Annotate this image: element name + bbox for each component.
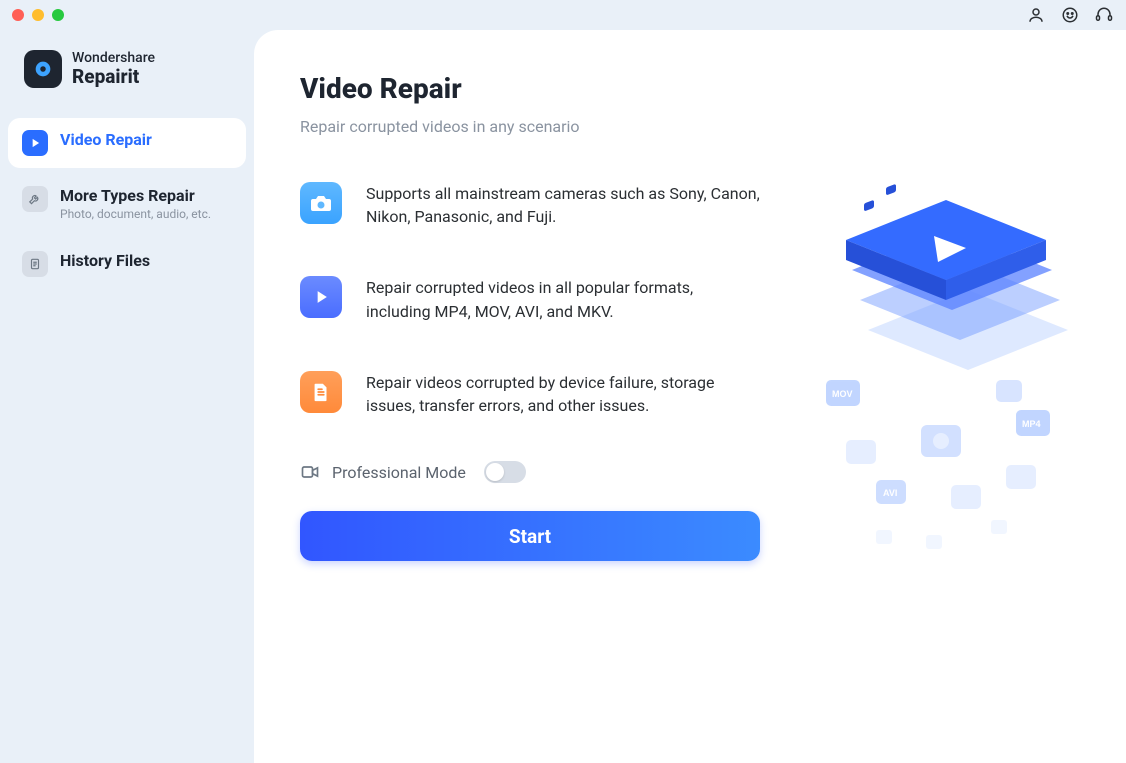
sidebar-item-label: History Files (60, 251, 150, 270)
video-illustration: MOV MP4 AVI (806, 180, 1096, 560)
sidebar-item-sublabel: Photo, document, audio, etc. (60, 207, 211, 221)
brand-line2: Repairit (72, 66, 155, 87)
feature-text: Repair corrupted videos in all popular f… (366, 276, 760, 322)
feature-list: Supports all mainstream cameras such as … (300, 182, 760, 417)
start-button[interactable]: Start (300, 511, 760, 561)
svg-text:AVI: AVI (883, 488, 897, 498)
window-minimize-button[interactable] (32, 9, 44, 21)
feedback-icon[interactable] (1060, 5, 1080, 25)
page-subtitle: Repair corrupted videos in any scenario (300, 117, 1080, 136)
svg-text:MP4: MP4 (1022, 419, 1041, 429)
start-button-label: Start (509, 525, 551, 548)
sidebar-item-history-files[interactable]: History Files (8, 239, 246, 289)
play-icon (300, 276, 342, 318)
wrench-icon (22, 186, 48, 212)
sidebar: Wondershare Repairit Video Repair More T… (0, 30, 254, 763)
brand: Wondershare Repairit (8, 50, 246, 112)
page-title: Video Repair (300, 72, 1080, 105)
svg-text:MOV: MOV (832, 389, 853, 399)
feature-text: Supports all mainstream cameras such as … (366, 182, 760, 228)
support-icon[interactable] (1094, 5, 1114, 25)
user-icon[interactable] (1026, 5, 1046, 25)
feature-item: Supports all mainstream cameras such as … (300, 182, 760, 228)
titlebar (0, 0, 1126, 30)
professional-mode-toggle[interactable] (484, 461, 526, 483)
window-controls (12, 9, 64, 21)
window-maximize-button[interactable] (52, 9, 64, 21)
professional-mode-row: Professional Mode (300, 461, 1080, 483)
video-play-icon (22, 130, 48, 156)
corrupted-file-icon (300, 371, 342, 413)
sidebar-item-label: More Types Repair (60, 186, 211, 205)
main-content: Video Repair Repair corrupted videos in … (254, 30, 1126, 763)
video-icon (300, 462, 320, 482)
camera-icon (300, 182, 342, 224)
sidebar-item-label: Video Repair (60, 130, 152, 149)
window-close-button[interactable] (12, 9, 24, 21)
sidebar-item-more-types-repair[interactable]: More Types Repair Photo, document, audio… (8, 174, 246, 233)
feature-item: Repair videos corrupted by device failur… (300, 371, 760, 417)
brand-line1: Wondershare (72, 51, 155, 67)
professional-mode-label: Professional Mode (332, 463, 466, 482)
brand-logo-icon (24, 50, 62, 88)
document-icon (22, 251, 48, 277)
feature-item: Repair corrupted videos in all popular f… (300, 276, 760, 322)
toggle-knob (486, 463, 504, 481)
feature-text: Repair videos corrupted by device failur… (366, 371, 760, 417)
sidebar-item-video-repair[interactable]: Video Repair (8, 118, 246, 168)
